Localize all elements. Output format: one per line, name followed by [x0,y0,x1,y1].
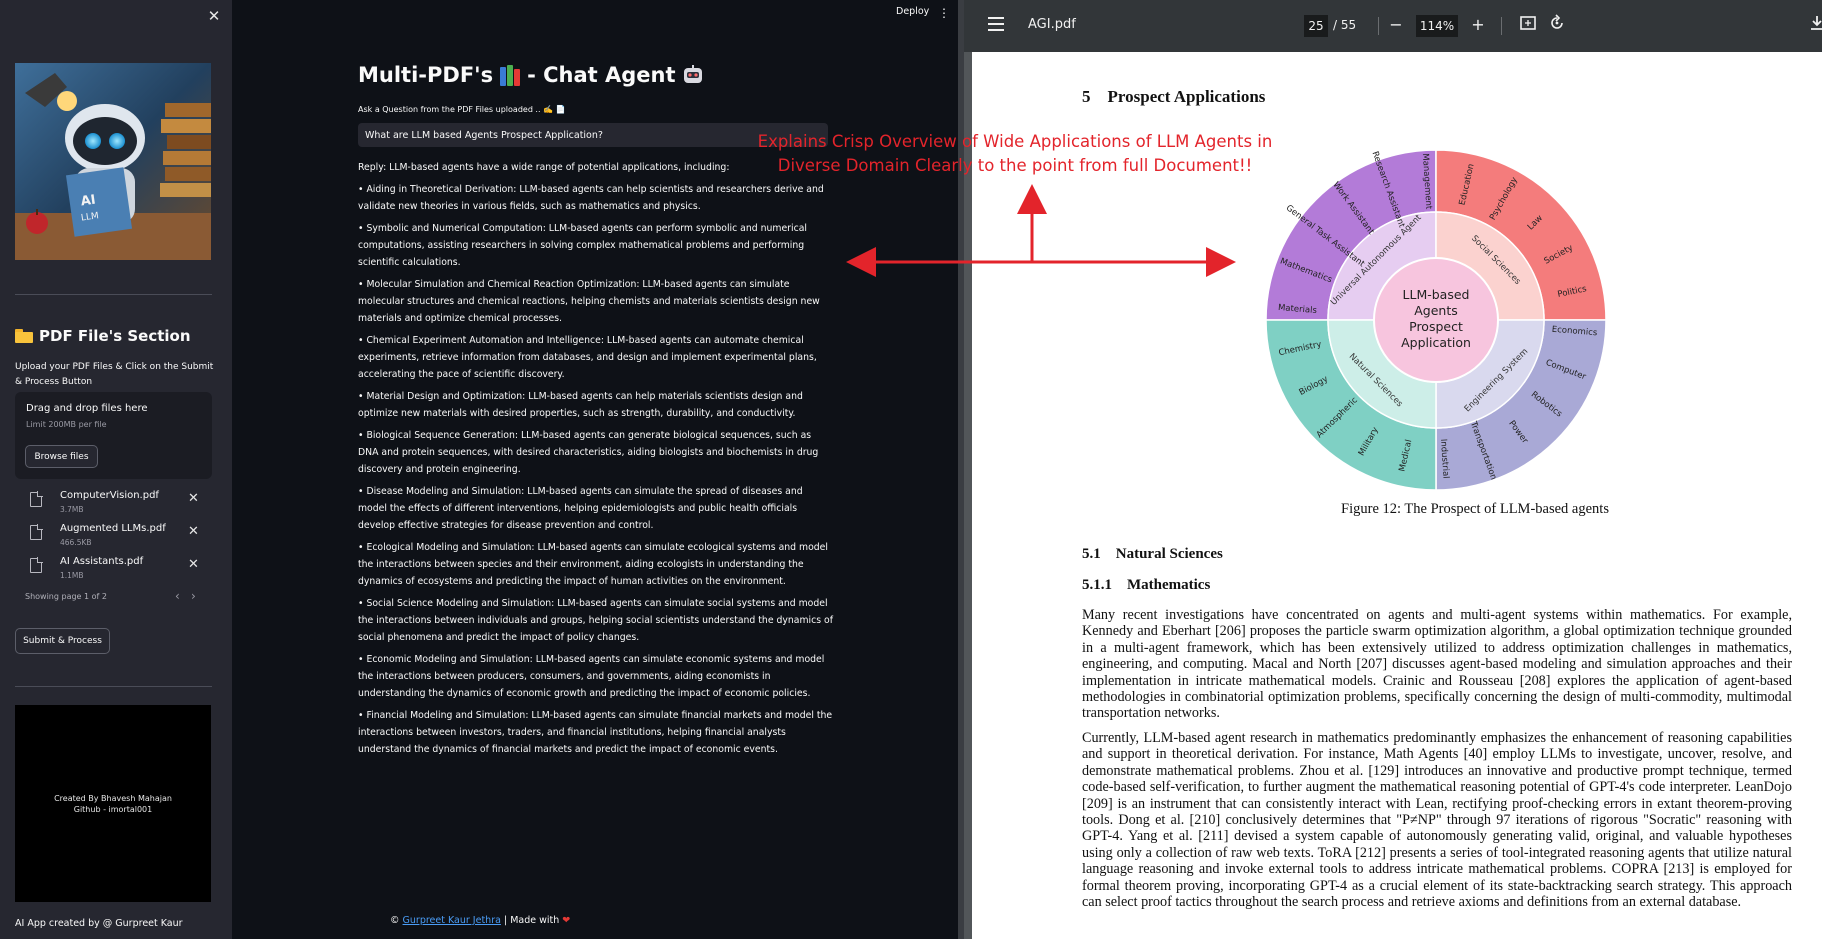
upload-instruction: Upload your PDF Files & Click on the Sub… [15,362,214,387]
sidebar-divider [15,686,212,687]
rotate-icon[interactable] [1546,14,1568,36]
toolbar-divider [1378,17,1379,35]
file-size: 3.7MB [60,505,84,514]
page-title: Multi-PDF's - Chat Agent [358,63,704,87]
creator-credit-card: Created By Bhavesh Mahajan Github - imor… [15,705,211,902]
fit-page-icon[interactable] [1517,14,1539,36]
more-options-icon[interactable]: ⋮ [938,6,950,20]
reply-item: • Symbolic and Numerical Computation: LL… [358,223,807,268]
hamburger-menu-icon[interactable] [988,17,1004,31]
sidebar-footer: AI App created by @ Gurpreet Kaur [15,918,183,929]
folder-icon [15,329,33,343]
prospect-wheel-figure: LLM-basedAgentsProspectApplicationUniver… [1265,149,1607,491]
remove-file-icon[interactable]: ✕ [188,491,199,506]
download-icon[interactable] [1806,14,1822,36]
submit-process-button[interactable]: Submit & Process [15,628,110,654]
file-size: 466.5KB [60,538,92,547]
uploaded-file-row: Augmented LLMs.pdf 466.5KB ✕ [28,521,213,551]
books-icon [499,64,521,86]
remove-file-icon[interactable]: ✕ [188,524,199,539]
pdf-section-title: PDF File's Section [39,327,191,345]
file-name: AI Assistants.pdf [60,556,144,567]
sidebar: ✕ AI LLM PDF File's Section Upload your … [0,0,232,939]
section-heading: 5 Prospect Applications [1082,87,1266,106]
uploaded-file-row: ComputerVision.pdf 3.7MB ✕ [28,488,213,518]
figure-caption: Figure 12: The Prospect of LLM-based age… [1341,501,1609,517]
robot-reading-image: AI LLM [15,63,211,260]
file-icon [30,491,43,507]
dropzone-title: Drag and drop files here [26,403,148,414]
creator-name: Created By Bhavesh Mahajan [54,793,172,803]
title-part1: Multi-PDF's [358,63,494,87]
zoom-out-icon[interactable]: − [1385,14,1407,36]
subsubsection-heading: 5.1.1 Mathematics [1082,577,1211,593]
uploaded-file-row: AI Assistants.pdf 1.1MB ✕ [28,554,213,584]
reply-item: • Biological Sequence Generation: LLM-ba… [358,430,819,475]
wheel-center-label: Application [1401,335,1471,350]
wheel-center-label: Prospect [1409,319,1463,334]
wheel-center-label: Agents [1414,303,1458,318]
file-dropzone[interactable]: Drag and drop files here Limit 200MB per… [15,392,212,479]
deploy-button[interactable]: Deploy [896,6,929,17]
subsection-heading: 5.1 Natural Sciences [1082,546,1223,562]
pdf-file-title: AGI.pdf [1028,17,1076,32]
file-name: ComputerVision.pdf [60,490,159,501]
question-label: Ask a Question from the PDF Files upload… [358,105,566,114]
chevron-left-icon[interactable]: ‹ [175,589,180,603]
heart-icon: ❤ [562,915,571,926]
zoom-input[interactable] [1416,15,1458,37]
reply-item: • Material Design and Optimization: LLM-… [358,391,803,419]
paragraph: Many recent investigations have concentr… [1082,607,1792,722]
pdf-toolbar: AGI.pdf / 55 − + [964,0,1822,52]
close-sidebar-icon[interactable]: ✕ [206,8,222,24]
file-name: Augmented LLMs.pdf [60,523,166,534]
paragraph: Currently, LLM-based agent research in m… [1082,730,1792,911]
page-total: / 55 [1333,18,1357,32]
footer-copyright: © [390,915,400,926]
svg-text:AI: AI [80,193,97,210]
browse-files-button[interactable]: Browse files [25,445,98,468]
remove-file-icon[interactable]: ✕ [188,557,199,572]
toolbar-divider [1501,17,1502,35]
page-number-input[interactable] [1304,15,1328,37]
file-icon [30,524,43,540]
annotation-line: Diverse Domain Clearly to the point from… [777,156,1253,175]
reply-item: • Financial Modeling and Simulation: LLM… [358,710,833,755]
creator-github: Github - imortal001 [73,804,153,814]
annotation-line: Explains Crisp Overview of Wide Applicat… [757,132,1273,151]
robot-face-icon [682,64,704,86]
author-link[interactable]: Gurpreet Kaur Jethra [403,915,501,926]
reply-item: • Molecular Simulation and Chemical Reac… [358,279,820,324]
pdf-page: 5 Prospect Applications LLM-based Agents P… [972,52,1822,939]
file-size: 1.1MB [60,571,84,580]
reply-item: • Social Science Modeling and Simulation… [358,598,833,643]
reply-item: • Chemical Experiment Automation and Int… [358,335,817,380]
annotation-callout: Explains Crisp Overview of Wide Applicat… [745,130,1285,178]
footer-suffix: | Made with [503,915,560,926]
reply-item: • Disease Modeling and Simulation: LLM-b… [358,486,803,531]
dropzone-limit: Limit 200MB per file [26,420,107,429]
reply-item: • Economic Modeling and Simulation: LLM-… [358,654,825,699]
app-root: ✕ AI LLM PDF File's Section Upload your … [0,0,1822,939]
file-pager-text: Showing page 1 of 2 [25,592,107,601]
title-part2: - Chat Agent [527,63,676,87]
file-icon [30,557,43,573]
main-footer: © Gurpreet Kaur Jethra | Made with ❤ [390,915,570,926]
reply-text: Reply: LLM-based agents have a wide rang… [358,159,834,763]
sidebar-divider [15,294,212,295]
wheel-center-label: LLM-based [1403,287,1470,302]
chevron-right-icon[interactable]: › [191,589,196,603]
zoom-in-icon[interactable]: + [1467,14,1489,36]
reply-item: • Ecological Modeling and Simulation: LL… [358,542,828,587]
pdf-section-heading: PDF File's Section [15,327,191,345]
reply-item: • Aiding in Theoretical Derivation: LLM-… [358,184,824,212]
